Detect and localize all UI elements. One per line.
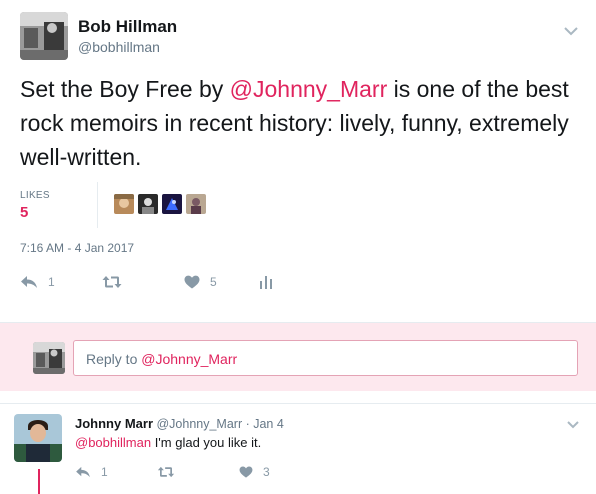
reply-button[interactable]: 1: [75, 465, 157, 479]
reply-button[interactable]: 1: [20, 275, 102, 289]
heart-icon: [184, 275, 200, 289]
timestamp[interactable]: 7:16 AM - 4 Jan 2017: [20, 241, 134, 255]
liker-avatar[interactable]: [186, 194, 206, 214]
main-tweet: Bob Hillman @bobhillman Set the Boy Free…: [0, 0, 596, 320]
mention-link[interactable]: @Johnny_Marr: [230, 76, 388, 102]
liker-avatars: [114, 194, 206, 214]
mention-link[interactable]: @bobhillman: [75, 435, 151, 450]
chevron-down-icon[interactable]: [564, 26, 578, 36]
reply-header: Johnny Marr @Johnny_Marr · Jan 4: [75, 416, 284, 431]
reply-actions: 1 3: [75, 465, 270, 479]
retweet-button[interactable]: [102, 275, 184, 289]
tweet-text: Set the Boy Free by @Johnny_Marr is one …: [20, 72, 580, 174]
liker-avatar[interactable]: [114, 194, 134, 214]
reply-count: 1: [48, 275, 55, 289]
author-handle[interactable]: @bobhillman: [78, 39, 160, 55]
reply-composer: Reply to @Johnny_Marr: [0, 323, 596, 391]
analytics-button[interactable]: [259, 275, 273, 289]
reply-text-body: I'm glad you like it.: [151, 435, 262, 450]
retweet-icon: [102, 276, 122, 288]
author-name[interactable]: Bob Hillman: [78, 17, 177, 37]
likes-count[interactable]: 5: [20, 204, 28, 221]
liker-avatar[interactable]: [138, 194, 158, 214]
liker-avatar[interactable]: [162, 194, 182, 214]
avatar: [33, 342, 65, 374]
reply-author-name[interactable]: Johnny Marr: [75, 416, 153, 431]
reply-text: @bobhillman I'm glad you like it.: [75, 435, 261, 450]
reply-placeholder-prefix: Reply to: [86, 351, 142, 367]
like-button[interactable]: 3: [239, 465, 270, 479]
reply-tweet[interactable]: Johnny Marr @Johnny_Marr · Jan 4 @bobhil…: [0, 404, 596, 494]
likes-label: LIKES: [20, 190, 50, 201]
tweet-actions: 1 5: [20, 273, 273, 291]
retweet-button[interactable]: [157, 466, 239, 478]
like-count: 3: [263, 465, 270, 479]
reply-placeholder-mention: @Johnny_Marr: [141, 351, 238, 367]
like-count: 5: [210, 275, 217, 289]
divider: [97, 182, 98, 228]
reply-icon: [21, 276, 37, 288]
tweet-text-before: Set the Boy Free by: [20, 76, 230, 102]
like-button[interactable]: 5: [184, 275, 259, 289]
avatar[interactable]: [20, 12, 68, 60]
tweet-stats: LIKES 5: [20, 182, 580, 228]
thread-line: [38, 469, 40, 494]
avatar[interactable]: [14, 414, 62, 462]
reply-count: 1: [101, 465, 108, 479]
heart-icon: [239, 466, 253, 478]
reply-author-meta[interactable]: @Johnny_Marr · Jan 4: [153, 417, 283, 431]
analytics-icon: [260, 276, 272, 289]
chevron-down-icon[interactable]: [567, 420, 579, 429]
reply-icon: [76, 466, 90, 478]
retweet-icon: [157, 466, 175, 478]
reply-input[interactable]: Reply to @Johnny_Marr: [73, 340, 578, 376]
